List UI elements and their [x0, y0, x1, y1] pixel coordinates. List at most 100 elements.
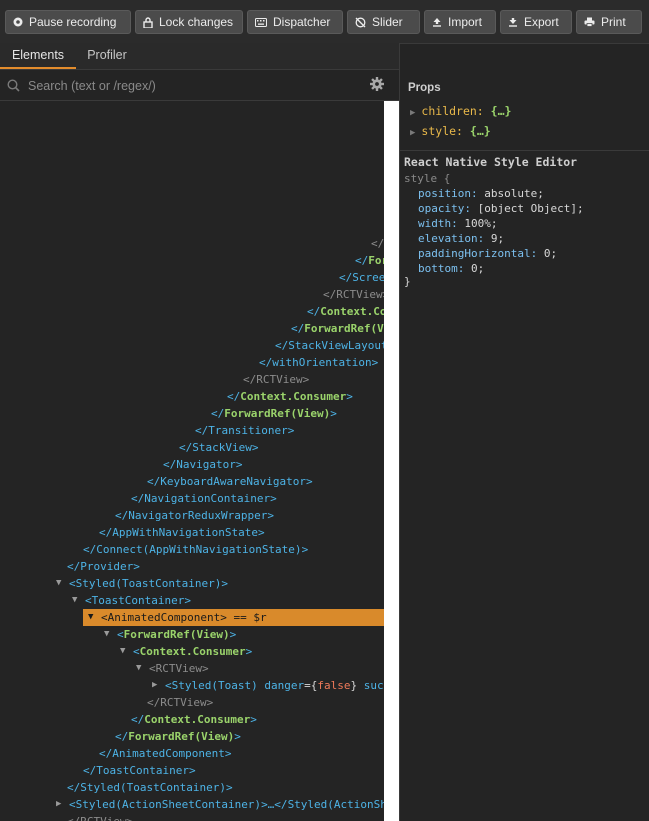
tree-node-text: Navigator	[176, 458, 236, 471]
tree-row[interactable]: </RCTView>	[0, 286, 384, 303]
tree-node-label: </RCTView>	[147, 694, 213, 711]
keyboard-icon	[255, 17, 267, 27]
tree-row[interactable]: ▼ <ToastContainer>	[0, 592, 384, 609]
collapse-arrow-icon[interactable]: ▼	[104, 626, 109, 643]
tree-row[interactable]: </ForwardRef(V	[0, 320, 384, 337]
collapse-arrow-icon[interactable]: ▼	[88, 609, 93, 626]
tree-row[interactable]: ▼ <Styled(ToastContainer)>	[0, 575, 384, 592]
tree-row[interactable]: </RCTView>	[0, 371, 384, 388]
tree-row[interactable]: </ForwardRef(View)>	[0, 405, 384, 422]
style-rule[interactable]: paddingHorizontal: 0;	[418, 247, 557, 260]
tree-row[interactable]: ▼ <Context.Consumer>	[0, 643, 384, 660]
tree-node-text: danger	[257, 679, 305, 692]
import-button[interactable]: Import	[424, 10, 496, 34]
lock-changes-label: Lock changes	[159, 15, 234, 29]
tree-row[interactable]: </	[0, 235, 384, 252]
tree-node-text: StackView	[192, 441, 252, 454]
tree-row[interactable]: </ForwardRef(View)>	[0, 728, 384, 745]
tree-node-text: >	[188, 764, 196, 777]
tree-node-text: >	[225, 781, 233, 794]
tree-row[interactable]: </Context.Consumer>	[0, 388, 384, 405]
tree-node-label: <Styled(ToastContainer)>	[69, 575, 228, 592]
lock-changes-button[interactable]: Lock changes	[135, 10, 243, 34]
pause-recording-label: Pause recording	[29, 15, 117, 29]
tree-node-text: </	[163, 458, 177, 471]
tree-node-label: </KeyboardAwareNavigator>	[147, 473, 313, 490]
tree-node-text: >	[224, 747, 232, 760]
style-open: style {	[404, 172, 451, 185]
style-rule[interactable]: opacity: [object Object];	[418, 202, 584, 215]
tree-row[interactable]: </AnimatedComponent>	[0, 745, 384, 762]
prop-children[interactable]: ▶ children: {…}	[410, 104, 511, 118]
collapse-arrow-icon[interactable]: ▼	[120, 643, 125, 660]
style-value[interactable]: [object Object];	[478, 202, 584, 215]
expand-arrow-icon[interactable]: ▶	[56, 796, 61, 813]
print-button[interactable]: Print	[576, 10, 642, 34]
tree-row[interactable]: </ToastContainer>	[0, 762, 384, 779]
tree-scrollbar[interactable]	[384, 101, 399, 821]
print-icon	[584, 17, 595, 27]
tree-row[interactable]: </Context.Co	[0, 303, 384, 320]
style-value[interactable]: 0;	[471, 262, 484, 275]
tree-node-text: ToastContainer	[91, 594, 185, 607]
export-button[interactable]: Export	[500, 10, 572, 34]
search-input[interactable]	[26, 75, 350, 97]
tree-row[interactable]: </StackView>	[0, 439, 384, 456]
tree-row[interactable]: </AppWithNavigationState>	[0, 524, 384, 541]
tree-node-label: </Transitioner>	[195, 422, 294, 439]
tree-row[interactable]: </RCTView>	[0, 694, 384, 711]
style-value[interactable]: 100%;	[464, 217, 497, 230]
tree-node-text: StackViewLayout	[288, 339, 384, 352]
tree-node-text: Styled(ToastContainer)	[75, 577, 222, 590]
tree-row[interactable]: ▶ <Styled(ActionSheetContainer)>…</Styled…	[0, 796, 384, 813]
collapse-arrow-icon[interactable]: ▼	[72, 592, 77, 609]
style-value[interactable]: 0;	[544, 247, 557, 260]
style-rule[interactable]: bottom: 0;	[418, 262, 484, 275]
tree-node-text: </	[211, 407, 225, 420]
pause-recording-button[interactable]: Pause recording	[5, 10, 131, 34]
style-rule[interactable]: elevation: 9;	[418, 232, 504, 245]
tree-row[interactable]: </withOrientation>	[0, 354, 384, 371]
style-rule[interactable]: position: absolute;	[418, 187, 544, 200]
tree-node-text: false	[317, 679, 351, 692]
tree-row[interactable]: </Scree	[0, 269, 384, 286]
tree-node-text: </RCTView>	[323, 288, 384, 301]
tree-row[interactable]: </Connect(AppWithNavigationState)>	[0, 541, 384, 558]
slider-button[interactable]: Slider	[347, 10, 420, 34]
tree-node-text: </	[307, 305, 321, 318]
tree-node-text: ForwardRef(View)	[128, 730, 235, 743]
collapse-arrow-icon[interactable]: ▼	[136, 660, 141, 677]
style-value[interactable]: 9;	[491, 232, 504, 245]
tree-node-label: <AnimatedComponent> == $r	[101, 609, 267, 626]
expand-arrow-icon[interactable]: ▶	[152, 677, 157, 694]
prop-style[interactable]: ▶ style: {…}	[410, 124, 491, 138]
dispatcher-button[interactable]: Dispatcher	[247, 10, 343, 34]
collapse-arrow-icon[interactable]: ▼	[56, 575, 61, 592]
tree-row[interactable]: </Context.Consumer>	[0, 711, 384, 728]
tree-node-text: Context.Consumer	[240, 390, 347, 403]
tree-row[interactable]: </RCTView>	[0, 813, 384, 821]
tree-node-text: Styled(Toast)	[171, 679, 258, 692]
tree-row[interactable]: ▼ <ForwardRef(View)>	[0, 626, 384, 643]
props-panel: Props ▶ children: {…} ▶ style: {…} React N…	[400, 69, 649, 821]
tree-row[interactable]: </Transitioner>	[0, 422, 384, 439]
tree-row[interactable]: </For	[0, 252, 384, 269]
tree-row[interactable]: ▶ <Styled(Toast) danger={false} succ	[0, 677, 384, 694]
tree-row[interactable]: </StackViewLayout	[0, 337, 384, 354]
tree-row[interactable]: </Navigator>	[0, 456, 384, 473]
tree-node-text: Context.Consumer	[144, 713, 251, 726]
tab-elements[interactable]: Elements	[0, 43, 76, 69]
tree-row[interactable]: ▼ <RCTView>	[0, 660, 384, 677]
tree-row[interactable]: </NavigationContainer>	[0, 490, 384, 507]
tree-row[interactable]: </KeyboardAwareNavigator>	[0, 473, 384, 490]
tree-row[interactable]: </Styled(ToastContainer)>	[0, 779, 384, 796]
gear-icon[interactable]	[370, 77, 384, 91]
tab-profiler[interactable]: Profiler	[76, 43, 138, 69]
style-value[interactable]: absolute;	[484, 187, 544, 200]
tree-node-text: </	[275, 339, 289, 352]
tree-row[interactable]: </NavigatorReduxWrapper>	[0, 507, 384, 524]
tree-row-selected[interactable]: ▼ <AnimatedComponent> == $r	[83, 609, 384, 626]
tree-node-label: </Context.Co	[307, 303, 384, 320]
style-rule[interactable]: width: 100%;	[418, 217, 498, 230]
tree-row[interactable]: </Provider>	[0, 558, 384, 575]
